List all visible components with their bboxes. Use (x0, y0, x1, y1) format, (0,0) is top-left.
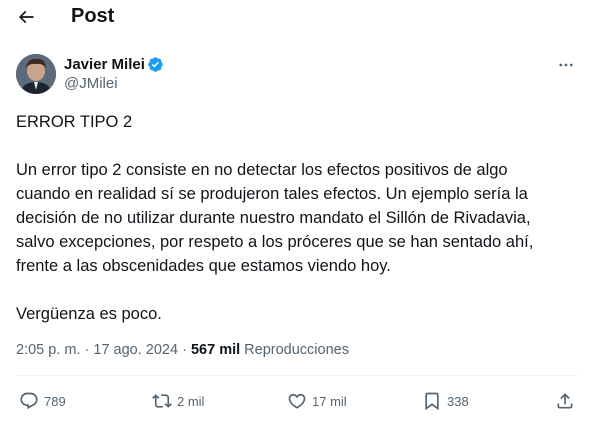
views-count: 567 mil (190, 342, 241, 358)
tweet-body-line: decisión de no utilizar durante nuestro … (16, 209, 531, 227)
avatar[interactable] (16, 54, 56, 94)
retweet-icon (152, 394, 172, 408)
page-title: Post (71, 5, 115, 27)
post-date[interactable]: 17 ago. 2024 (93, 342, 178, 358)
more-horizontal-icon (559, 63, 573, 67)
bookmark-button[interactable]: 338 (422, 388, 469, 414)
author-name[interactable]: Javier Milei (64, 56, 145, 74)
share-icon (557, 393, 573, 409)
tweet-closing: Vergüenza es poco. (16, 305, 162, 323)
more-options-button[interactable] (554, 55, 578, 75)
verified-badge-icon (148, 57, 163, 72)
reply-icon (20, 392, 38, 410)
post-time[interactable]: 2:05 p. m. (16, 342, 80, 358)
author-handle[interactable]: @JMilei (64, 75, 118, 93)
tweet-text: ERROR TIPO 2 Un error tipo 2 consiste en… (16, 110, 581, 326)
action-bar: 789 2 mil 17 mil 338 (16, 388, 578, 414)
avatar-image (16, 54, 56, 94)
back-button[interactable] (14, 5, 38, 29)
bookmark-count: 338 (447, 393, 469, 409)
tweet-body-line: salvo excepciones, por respeto a los pró… (16, 233, 534, 251)
post-header: Post (0, 0, 594, 34)
reply-button[interactable]: 789 (19, 388, 66, 414)
like-button[interactable]: 17 mil (287, 388, 347, 414)
like-count: 17 mil (312, 393, 347, 409)
author-row: Javier Milei @JMilei (16, 53, 578, 95)
retweet-button[interactable]: 2 mil (152, 388, 204, 414)
divider (16, 375, 578, 376)
views-label: Reproducciones (244, 342, 349, 358)
meta-separator: · (182, 342, 187, 358)
tweet-body-line: cuando en realidad sí se produjeron tale… (16, 185, 528, 203)
tweet-body-line: frente a las obscenidades que estamos vi… (16, 257, 391, 275)
arrow-left-icon (18, 10, 34, 24)
tweet-body-line: Un error tipo 2 consiste en no detectar … (16, 161, 508, 179)
retweet-count: 2 mil (177, 393, 205, 409)
share-button[interactable] (555, 388, 575, 414)
meta-separator: · (84, 342, 90, 358)
reply-count: 789 (44, 393, 66, 409)
post-meta: 2:05 p. m. · 17 ago. 2024 · 567 mil Repr… (16, 340, 349, 360)
bookmark-icon (425, 392, 439, 411)
heart-icon (288, 393, 306, 409)
tweet-heading: ERROR TIPO 2 (16, 113, 133, 131)
